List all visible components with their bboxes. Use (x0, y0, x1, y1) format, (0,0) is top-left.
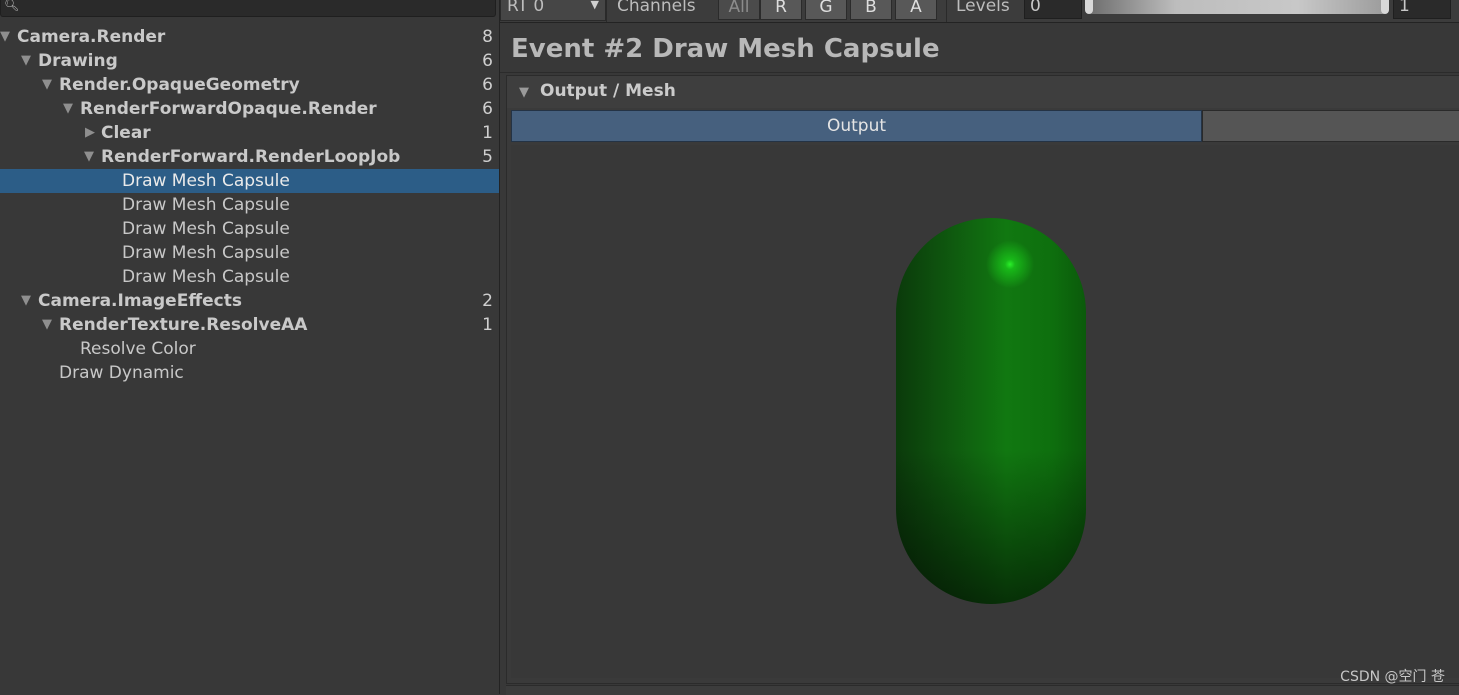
tree-row-label: Draw Mesh Capsule (122, 171, 290, 191)
triangle-right-icon[interactable]: ▶ (85, 121, 95, 145)
tree-row-count: 1 (482, 123, 493, 143)
tree-row-label: Camera.Render (17, 27, 166, 47)
channel-g-toggle[interactable]: G (805, 0, 847, 20)
output-mesh-foldout[interactable]: ▼ Output / Mesh (507, 76, 1459, 108)
triangle-down-icon[interactable]: ▼ (84, 145, 94, 169)
tree-row-label: Camera.ImageEffects (38, 291, 242, 311)
channel-a-toggle[interactable]: A (895, 0, 937, 20)
triangle-down-icon[interactable]: ▼ (42, 313, 52, 337)
tree-row-draw-mesh-capsule[interactable]: Draw Mesh Capsule (0, 265, 499, 289)
tree-row-draw-dynamic[interactable]: Draw Dynamic (0, 361, 499, 385)
tree-row-resolve-aa[interactable]: ▼ RenderTexture.ResolveAA 1 (0, 313, 499, 337)
title-divider (500, 72, 1459, 73)
tree-row-count: 6 (482, 51, 493, 71)
tree-row-camera-image-effects[interactable]: ▼ Camera.ImageEffects 2 (0, 289, 499, 313)
tree-row-label: RenderForwardOpaque.Render (80, 99, 377, 119)
levels-min-handle[interactable] (1085, 0, 1093, 14)
toolbar-divider (946, 0, 947, 22)
levels-max-field[interactable]: 1 (1393, 0, 1451, 19)
levels-range-slider[interactable] (1085, 0, 1389, 14)
render-target-toolbar: RT 0 ▼ Channels All R G B A Levels 0 1 (500, 0, 1459, 23)
tree-row-render-opaque-geometry[interactable]: ▼ Render.OpaqueGeometry 6 (0, 73, 499, 97)
levels-max-handle[interactable] (1381, 0, 1389, 14)
render-target-dropdown[interactable]: RT 0 ▼ (500, 0, 606, 21)
tab-output[interactable]: Output (511, 110, 1202, 142)
triangle-down-icon[interactable]: ▼ (0, 25, 10, 49)
levels-min-field[interactable]: 0 (1024, 0, 1082, 19)
watermark: CSDN @空门 苍 (1340, 669, 1445, 685)
output-mesh-group: ▼ Output / Mesh Output (506, 75, 1459, 684)
tree-row-count: 8 (482, 27, 493, 47)
frame-event-hierarchy-panel: 🔍︎ ▼ Camera.Render 8 ▼ Drawing 6 ▼ Rende… (0, 0, 500, 694)
tree-row-render-loop-job[interactable]: ▼ RenderForward.RenderLoopJob 5 (0, 145, 499, 169)
tree-row-count: 5 (482, 147, 493, 167)
tree-row-camera-render[interactable]: ▼ Camera.Render 8 (0, 25, 499, 49)
event-tree: ▼ Camera.Render 8 ▼ Drawing 6 ▼ Render.O… (0, 25, 499, 385)
tree-row-draw-mesh-capsule[interactable]: Draw Mesh Capsule (0, 217, 499, 241)
tree-row-label: Resolve Color (80, 339, 196, 359)
tree-row-draw-mesh-capsule[interactable]: Draw Mesh Capsule (0, 241, 499, 265)
channels-label: Channels (617, 0, 696, 16)
triangle-down-icon[interactable]: ▼ (63, 97, 73, 121)
tree-row-resolve-color[interactable]: Resolve Color (0, 337, 499, 361)
levels-min-value: 0 (1030, 0, 1041, 16)
tree-row-label: Clear (101, 123, 151, 143)
tree-row-clear[interactable]: ▶ Clear 1 (0, 121, 499, 145)
tree-row-label: Draw Mesh Capsule (122, 267, 290, 287)
search-icon: 🔍︎ (4, 0, 20, 12)
tree-row-count: 1 (482, 315, 493, 335)
tree-row-label: RenderForward.RenderLoopJob (101, 147, 401, 167)
capsule-mesh-render (896, 218, 1086, 604)
preview-tabs: Output (511, 110, 1459, 142)
triangle-down-icon[interactable]: ▼ (519, 85, 529, 100)
tree-row-label: Drawing (38, 51, 118, 71)
tree-row-label: Render.OpaqueGeometry (59, 75, 300, 95)
tree-row-label: Draw Dynamic (59, 363, 184, 383)
output-preview (511, 145, 1459, 678)
triangle-down-icon[interactable]: ▼ (21, 49, 31, 73)
tab-mesh[interactable] (1202, 110, 1459, 142)
toolbar-divider (606, 0, 607, 22)
triangle-down-icon[interactable]: ▼ (21, 289, 31, 313)
tree-row-drawing[interactable]: ▼ Drawing 6 (0, 49, 499, 73)
channel-all-toggle[interactable]: All (718, 0, 760, 20)
tree-row-render-forward-opaque[interactable]: ▼ RenderForwardOpaque.Render 6 (0, 97, 499, 121)
channel-b-toggle[interactable]: B (850, 0, 892, 20)
event-title: Event #2 Draw Mesh Capsule (511, 34, 940, 64)
tree-row-count: 6 (482, 99, 493, 119)
dropdown-arrow-icon: ▼ (590, 0, 599, 11)
tree-row-label: RenderTexture.ResolveAA (59, 315, 308, 335)
tree-row-draw-mesh-capsule[interactable]: Draw Mesh Capsule (0, 169, 499, 193)
tree-row-label: Draw Mesh Capsule (122, 195, 290, 215)
triangle-down-icon[interactable]: ▼ (42, 73, 52, 97)
render-target-value: RT 0 (507, 0, 545, 16)
output-mesh-label: Output / Mesh (540, 81, 676, 101)
tree-row-label: Draw Mesh Capsule (122, 243, 290, 263)
levels-label: Levels (956, 0, 1010, 16)
tree-row-label: Draw Mesh Capsule (122, 219, 290, 239)
tree-row-draw-mesh-capsule[interactable]: Draw Mesh Capsule (0, 193, 499, 217)
tree-row-count: 6 (482, 75, 493, 95)
channel-r-toggle[interactable]: R (760, 0, 802, 20)
search-input[interactable]: 🔍︎ (0, 0, 496, 17)
levels-max-value: 1 (1399, 0, 1410, 16)
tree-row-count: 2 (482, 291, 493, 311)
